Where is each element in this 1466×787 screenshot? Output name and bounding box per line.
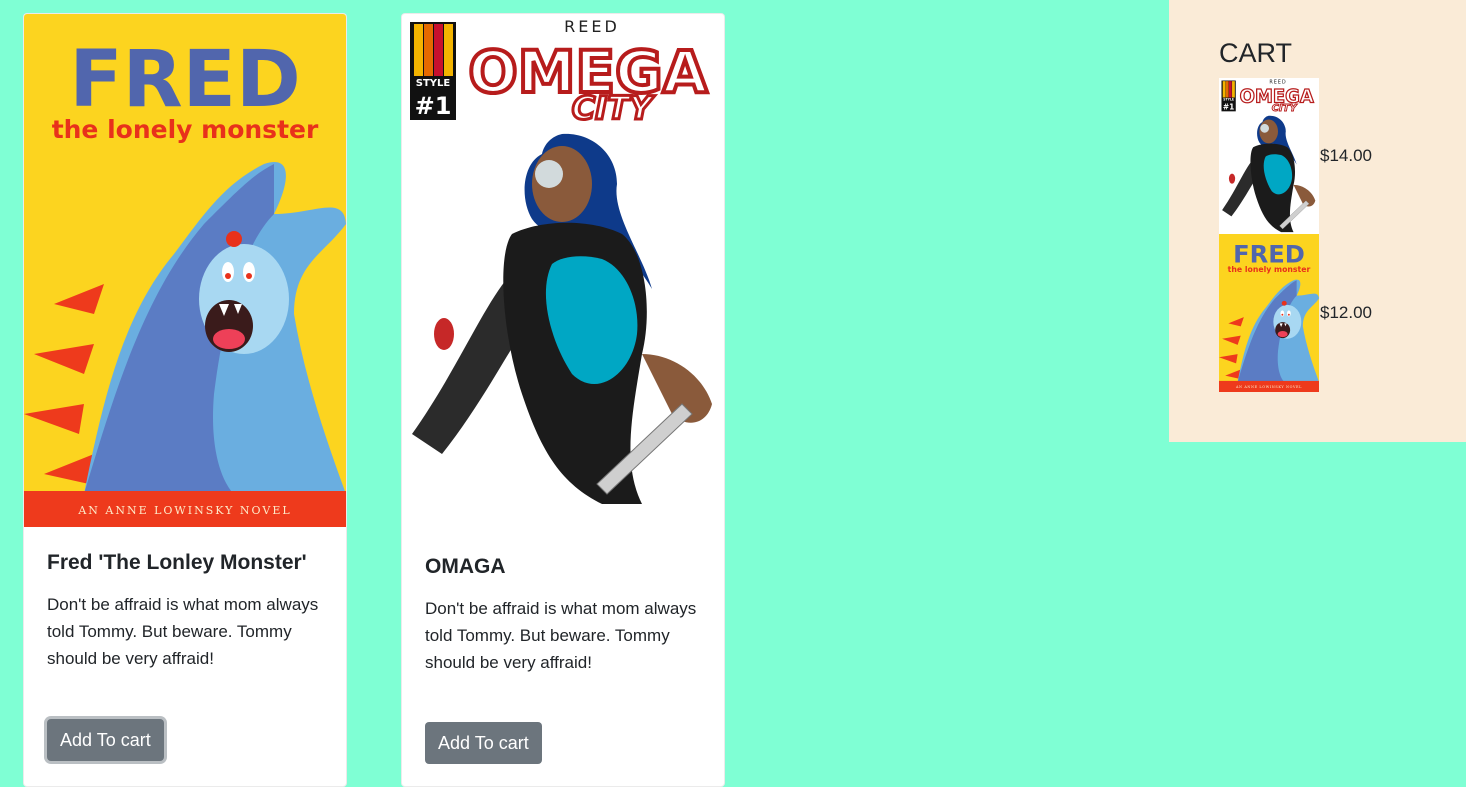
product-title: OMAGA <box>425 555 506 578</box>
product-card-body: Fred 'The Lonley Monster' Don't be affra… <box>47 550 326 672</box>
cart-item-thumbnail <box>1219 78 1319 234</box>
product-card-omaga: OMAGA Don't be affraid is what mom alway… <box>401 13 725 787</box>
cart-panel: CART $14.00 $12.00 <box>1169 0 1466 442</box>
add-to-cart-button[interactable]: Add To cart <box>47 719 164 761</box>
product-description: Don't be affraid is what mom always told… <box>47 595 319 669</box>
cart-item-price: $12.00 <box>1320 303 1372 322</box>
product-card-body: OMAGA Don't be affraid is what mom alway… <box>425 554 704 676</box>
product-card-fred: Fred 'The Lonley Monster' Don't be affra… <box>23 13 347 787</box>
cart-item: $14.00 <box>1219 78 1459 234</box>
product-description: Don't be affraid is what mom always told… <box>425 599 697 673</box>
cart-item: $12.00 <box>1219 234 1459 392</box>
cart-item-thumbnail <box>1219 234 1319 392</box>
product-cover-image <box>24 14 346 527</box>
product-title: Fred 'The Lonley Monster' <box>47 551 307 574</box>
add-to-cart-button[interactable]: Add To cart <box>425 722 542 764</box>
cart-item-price: $14.00 <box>1320 146 1372 165</box>
cart-title: CART <box>1219 38 1293 68</box>
product-cover-image <box>402 14 724 510</box>
